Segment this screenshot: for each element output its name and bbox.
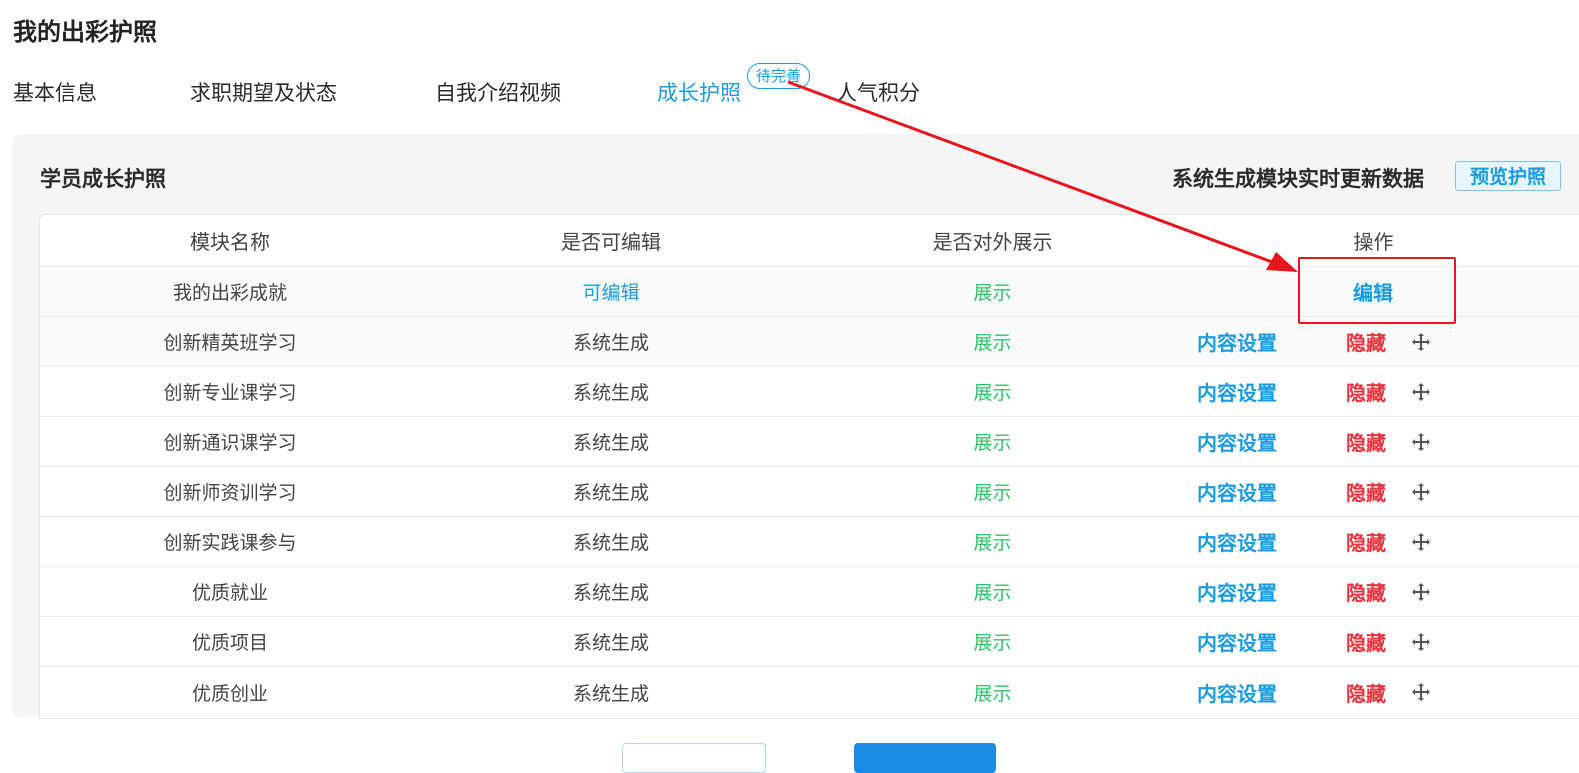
header-display: 是否对外展示: [932, 230, 1053, 254]
hide-button[interactable]: 隐藏: [1346, 667, 1386, 717]
table-row: 创新实践课参与 系统生成 展示 内容设置 隐藏: [40, 517, 1579, 567]
hide-button[interactable]: 隐藏: [1346, 317, 1386, 366]
editable-status: 系统生成: [572, 582, 649, 604]
hide-button[interactable]: 隐藏: [1346, 367, 1386, 416]
module-name: 创新通识课学习: [163, 432, 297, 454]
growth-passport-panel: 学员成长护照 系统生成模块实时更新数据 预览护照 模块名称 是否可编辑 是否对外…: [12, 134, 1579, 719]
table-row: 优质创业 系统生成 展示 内容设置 隐藏: [40, 667, 1579, 717]
module-name: 我的出彩成就: [172, 282, 287, 304]
editable-status: 系统生成: [572, 332, 649, 354]
display-status: 展示: [973, 482, 1012, 504]
edit-button[interactable]: 编辑: [1353, 267, 1393, 316]
module-name: 优质就业: [191, 582, 268, 604]
table-row: 创新专业课学习 系统生成 展示 内容设置 隐藏: [40, 367, 1579, 417]
content-settings-button[interactable]: 内容设置: [1197, 367, 1277, 416]
table-header-row: 模块名称 是否可编辑 是否对外展示 操作: [40, 215, 1579, 267]
move-icon[interactable]: [1411, 467, 1431, 516]
editable-status: 系统生成: [572, 532, 649, 554]
editable-status: 系统生成: [572, 682, 649, 705]
page-title: 我的出彩护照: [13, 18, 157, 46]
tab-growth-passport[interactable]: 成长护照: [657, 74, 741, 112]
tab-basic-info[interactable]: 基本信息: [13, 74, 97, 112]
panel-note: 系统生成模块实时更新数据: [1172, 167, 1424, 191]
table-row: 我的出彩成就 可编辑 展示 编辑: [40, 267, 1579, 317]
module-name: 创新专业课学习: [163, 382, 297, 404]
header-actions: 操作: [1353, 230, 1394, 254]
content-settings-button[interactable]: 内容设置: [1197, 617, 1277, 666]
editable-status: 系统生成: [572, 432, 649, 454]
table-row: 优质项目 系统生成 展示 内容设置 隐藏: [40, 617, 1579, 667]
tab-status-badge: 待完善: [747, 63, 811, 89]
move-icon[interactable]: [1411, 617, 1431, 666]
hide-button[interactable]: 隐藏: [1346, 417, 1386, 466]
content-settings-button[interactable]: 内容设置: [1197, 567, 1277, 616]
table-row: 优质就业 系统生成 展示 内容设置 隐藏: [40, 567, 1579, 617]
table-row: 创新师资训学习 系统生成 展示 内容设置 隐藏: [40, 467, 1579, 517]
display-status: 展示: [973, 582, 1012, 604]
tab-intro-video[interactable]: 自我介绍视频: [435, 74, 561, 112]
display-status: 展示: [973, 382, 1012, 404]
hide-button[interactable]: 隐藏: [1346, 617, 1386, 666]
display-status: 展示: [973, 432, 1012, 454]
move-icon[interactable]: [1411, 417, 1431, 466]
table-row: 创新精英班学习 系统生成 展示 内容设置 隐藏: [40, 317, 1579, 367]
content-settings-button[interactable]: 内容设置: [1197, 667, 1277, 717]
preview-passport-button[interactable]: 预览护照: [1455, 161, 1561, 191]
table-row: 创新通识课学习 系统生成 展示 内容设置 隐藏: [40, 417, 1579, 467]
module-name: 创新师资训学习: [163, 482, 297, 504]
hide-button[interactable]: 隐藏: [1346, 567, 1386, 616]
display-status: 展示: [973, 532, 1012, 554]
hide-button[interactable]: 隐藏: [1346, 467, 1386, 516]
module-table: 模块名称 是否可编辑 是否对外展示 操作 我的出彩成就 可编辑 展示 编辑 创新…: [39, 214, 1579, 719]
editable-status: 系统生成: [572, 382, 649, 404]
move-icon[interactable]: [1411, 317, 1431, 366]
move-icon[interactable]: [1411, 567, 1431, 616]
display-status: 展示: [973, 632, 1012, 654]
header-module-name: 模块名称: [190, 230, 270, 254]
display-status: 展示: [973, 682, 1012, 705]
module-name: 创新实践课参与: [163, 532, 297, 554]
module-name: 优质项目: [191, 632, 268, 654]
display-status: 展示: [973, 332, 1012, 354]
module-name: 创新精英班学习: [163, 332, 297, 354]
primary-action-button[interactable]: [854, 743, 996, 773]
content-settings-button[interactable]: 内容设置: [1197, 417, 1277, 466]
editable-status: 系统生成: [572, 632, 649, 654]
header-editable: 是否可编辑: [561, 230, 661, 254]
editable-status: 系统生成: [572, 482, 649, 504]
tab-job-expectation[interactable]: 求职期望及状态: [190, 74, 337, 112]
secondary-action-button[interactable]: [622, 743, 766, 773]
content-settings-button[interactable]: 内容设置: [1197, 517, 1277, 566]
move-icon[interactable]: [1411, 667, 1431, 717]
display-status: 展示: [973, 282, 1012, 304]
hide-button[interactable]: 隐藏: [1346, 517, 1386, 566]
panel-title: 学员成长护照: [40, 167, 166, 191]
move-icon[interactable]: [1411, 367, 1431, 416]
content-settings-button[interactable]: 内容设置: [1197, 467, 1277, 516]
move-icon[interactable]: [1411, 517, 1431, 566]
content-settings-button[interactable]: 内容设置: [1197, 317, 1277, 366]
editable-status: 可编辑: [582, 282, 640, 304]
module-name: 优质创业: [191, 682, 268, 705]
tab-popularity-points[interactable]: 人气积分: [836, 74, 920, 112]
